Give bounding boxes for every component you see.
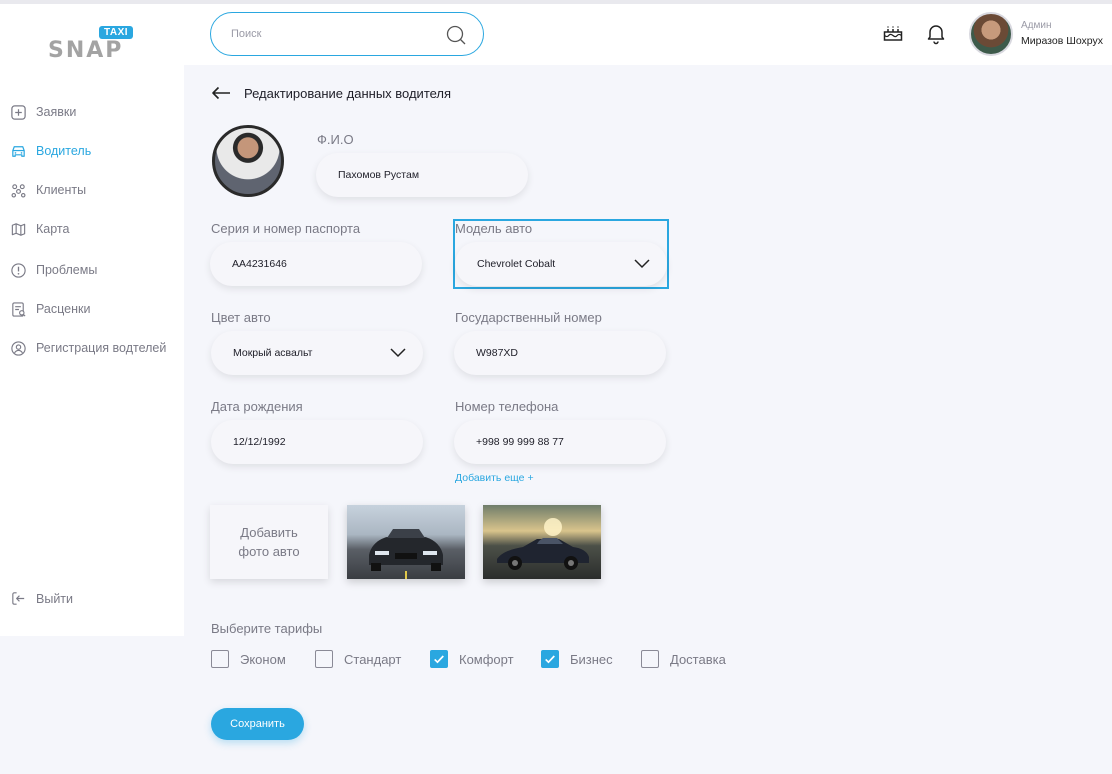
price-list-icon [10,301,27,318]
phone-field[interactable]: +998 99 999 88 77 [454,420,666,464]
search-icon[interactable] [445,24,467,46]
sidebar-item-driver-registration[interactable]: Регистрация водтелей [10,336,166,360]
birth-date-value: 12/12/1992 [233,436,286,448]
car-model-value: Chevrolet Cobalt [477,258,556,270]
page-title-row: Редактирование данных водителя [210,84,451,102]
save-button[interactable]: Сохранить [211,708,304,740]
passport-value: AA4231646 [232,258,287,270]
logout-icon [10,590,27,607]
sidebar-item-clients[interactable]: Клиенты [10,178,86,202]
sidebar-item-problems[interactable]: Проблемы [10,258,97,282]
add-photo-line1: Добавить [240,525,298,540]
sidebar-item-label: Регистрация водтелей [36,341,167,355]
tariff-standard[interactable]: Стандарт [315,650,401,668]
car-icon [10,143,27,160]
alert-circle-icon [10,262,27,279]
plate-value: W987XD [476,347,519,359]
car-color-value: Мокрый асвальт [233,347,313,359]
sidebar-item-label: Расценки [36,302,91,316]
driver-photo[interactable] [212,125,284,197]
driver-register-icon [10,340,27,357]
plate-label: Государственный номер [455,310,602,325]
add-car-photo-button[interactable]: Добавить фото авто [210,505,328,579]
sidebar-item-prices[interactable]: Расценки [10,297,90,321]
chevron-down-icon [389,345,407,359]
add-phone-link[interactable]: Добавить еще + [455,472,534,484]
tariff-business[interactable]: Бизнес [541,650,613,668]
fio-label: Ф.И.О [317,132,354,147]
sidebar-item-driver[interactable]: Водитель [10,139,91,163]
checkmark-icon [434,655,444,664]
tariff-label: Эконом [240,651,286,667]
fio-value: Пахомов Рустам [338,169,420,181]
user-avatar[interactable] [969,12,1013,56]
checkbox-checked[interactable] [430,650,448,668]
sidebar-item-label: Клиенты [36,183,87,197]
checkbox[interactable] [641,650,659,668]
user-role: Админ [1021,20,1052,31]
sidebar-item-requests[interactable]: Заявки [10,100,76,124]
add-photo-line2: фото авто [238,544,300,559]
sidebar-item-label: Заявки [36,105,77,119]
sidebar-item-map[interactable]: Карта [10,217,69,241]
tariff-delivery[interactable]: Доставка [641,650,726,668]
tariff-label: Доставка [670,651,726,667]
sidebar-item-label: Проблемы [36,263,98,277]
checkbox-checked[interactable] [541,650,559,668]
user-name[interactable]: Миразов Шохрух [1021,35,1103,47]
sidebar-item-label: Карта [36,222,70,236]
passport-field[interactable]: AA4231646 [210,242,422,286]
sidebar-item-label: Водитель [36,144,92,158]
passport-label: Серия и номер паспорта [211,221,361,236]
top-header: Админ Миразов Шохрух [184,4,1112,65]
logout-label: Выйти [36,591,74,606]
tariff-economy[interactable]: Эконом [211,650,286,668]
logout-button[interactable]: Выйти [10,590,73,607]
map-icon [10,221,27,238]
phone-label: Номер телефона [455,399,559,414]
search-input[interactable] [231,24,431,44]
brand-logo[interactable]: SNAP TAXI [48,26,138,66]
bell-icon[interactable] [924,21,948,45]
sidebar: SNAP TAXI Заявки Водитель Клиенты Карта … [0,4,184,636]
birth-date-field[interactable]: 12/12/1992 [211,420,423,464]
tariff-comfort[interactable]: Комфорт [430,650,514,668]
logo-text: SNAP [48,38,124,63]
car-photo-side[interactable] [483,505,601,579]
search-box[interactable] [210,12,484,56]
plate-field[interactable]: W987XD [454,331,666,375]
fio-field[interactable]: Пахомов Рустам [316,153,528,197]
birth-date-label: Дата рождения [211,399,303,414]
cake-icon[interactable] [881,21,905,45]
users-icon [10,182,27,199]
checkmark-icon [545,655,555,664]
plus-square-icon [10,104,27,121]
car-color-select[interactable]: Мокрый асвальт [211,331,423,375]
car-photo-front[interactable] [347,505,465,579]
car-color-label: Цвет авто [211,310,271,325]
tariff-label: Бизнес [570,651,613,667]
phone-value: +998 99 999 88 77 [476,436,564,448]
checkbox[interactable] [211,650,229,668]
logo-badge: TAXI [99,26,134,39]
page-title: Редактирование данных водителя [244,85,452,101]
back-arrow-icon[interactable] [210,84,232,102]
car-model-select[interactable]: Chevrolet Cobalt [455,242,667,286]
car-model-label: Модель авто [455,221,533,236]
tariff-label: Комфорт [459,651,514,667]
checkbox[interactable] [315,650,333,668]
tariff-label: Стандарт [344,651,402,667]
chevron-down-icon [633,256,651,270]
tariffs-label: Выберите тарифы [211,621,323,636]
